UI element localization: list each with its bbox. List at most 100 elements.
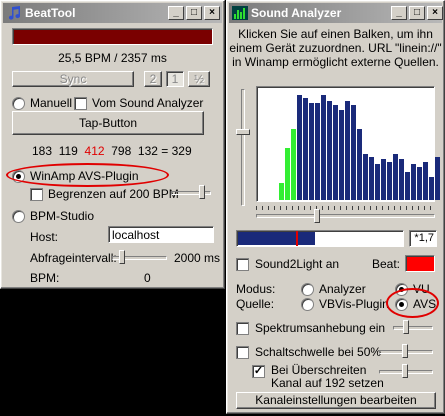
manuell-radio[interactable]	[12, 97, 25, 110]
schalt-checkbox[interactable]	[236, 346, 249, 359]
begrenzen-checkbox[interactable]	[30, 188, 43, 201]
spectrum-bar[interactable]	[399, 159, 404, 200]
spectrum-bar[interactable]	[279, 183, 284, 200]
tap-numbers: 183 119 412 798 132 = 329	[32, 144, 192, 158]
beat-indicator-bar	[12, 28, 213, 45]
spectrum-bar[interactable]	[345, 101, 350, 200]
abfrage-slider-thumb[interactable]	[119, 250, 125, 264]
host-input-value: localhost	[112, 228, 160, 242]
divider-1-button[interactable]: 1	[166, 71, 184, 87]
vom-sound-checkbox[interactable]	[74, 97, 87, 110]
host-input[interactable]: localhost	[108, 226, 214, 243]
music-note-icon	[6, 5, 22, 21]
spectrum-bar[interactable]	[303, 98, 308, 200]
ueberschreiten-slider-thumb[interactable]	[402, 364, 408, 378]
abfrage-value: 2000 ms	[174, 251, 221, 265]
tap-number-4: 798	[111, 144, 132, 158]
spectrum-bar[interactable]	[315, 103, 320, 200]
spectrum-bar[interactable]	[351, 105, 356, 200]
spectrum-bars	[259, 89, 440, 200]
divider-2-button[interactable]: 2	[144, 71, 162, 87]
bpm-studio-radio[interactable]	[12, 210, 25, 223]
vbvis-radio[interactable]	[301, 298, 314, 311]
spectrum-vertical-slider-thumb[interactable]	[236, 129, 250, 135]
beattool-titlebar[interactable]: BeatTool _ □ ×	[3, 3, 222, 23]
level-meter-fill	[238, 232, 315, 245]
close-button[interactable]: ×	[204, 6, 220, 20]
analyzer-title: Sound Analyzer	[251, 6, 342, 20]
bpm-output-label: BPM:	[30, 271, 60, 285]
beattool-title: BeatTool	[25, 6, 76, 20]
spectrum-bar[interactable]	[297, 95, 302, 200]
spektrum-slider-thumb[interactable]	[403, 320, 409, 334]
analyzer-titlebar[interactable]: Sound Analyzer _ □ ×	[229, 3, 443, 23]
sound2light-checkbox[interactable]	[236, 258, 249, 271]
kanal-einstellungen-button[interactable]: Kanaleinstellungen bearbeiten	[236, 392, 436, 409]
host-label: Host:	[30, 230, 59, 244]
spectrum-bar[interactable]	[327, 101, 332, 200]
info-line-1: Klicken Sie auf einen Balken, um ihn	[238, 27, 433, 41]
analyzer-close-button[interactable]: ×	[427, 6, 443, 20]
spectrum-bar[interactable]	[369, 157, 374, 200]
avs-highlight-ring	[386, 288, 439, 318]
analyzer-minimize-button[interactable]: _	[391, 6, 407, 20]
spektrum-checkbox[interactable]	[236, 322, 249, 335]
spectrum-bar[interactable]	[393, 154, 398, 200]
sync-button[interactable]: Sync	[12, 71, 134, 87]
spektrum-slider-track[interactable]	[393, 326, 433, 330]
vbvis-label: VBVis-Plugin	[319, 297, 389, 311]
begrenzen-slider-track[interactable]	[171, 191, 211, 195]
spectrum-bar[interactable]	[429, 177, 434, 200]
divider-half-button[interactable]: ½	[188, 71, 210, 87]
spectrum-bar[interactable]	[411, 164, 416, 200]
spectrum-bar[interactable]	[405, 172, 410, 200]
spectrum-horizontal-slider-track[interactable]	[256, 214, 435, 218]
vom-sound-label: Vom Sound Analyzer	[92, 96, 204, 110]
info-line-3: in Winamp ermöglicht externe Quellen.	[232, 55, 439, 69]
bpm-studio-label: BPM-Studio	[30, 209, 95, 223]
spectrum-display[interactable]	[256, 86, 440, 202]
bpm-output-value: 0	[144, 271, 151, 285]
ueberschreiten-label-line1: Bei Überschreiten	[271, 363, 367, 377]
level-meter	[236, 230, 404, 247]
begrenzen-slider-thumb[interactable]	[199, 185, 205, 199]
sound2light-label: Sound2Light an	[255, 257, 340, 271]
begrenzen-label: Begrenzen auf 200 BPM	[48, 187, 179, 201]
quelle-label: Quelle:	[236, 297, 275, 311]
spektrum-label: Spektrumsanhebung ein	[255, 321, 386, 335]
spectrum-bar[interactable]	[291, 129, 296, 200]
spectrum-bar[interactable]	[363, 154, 368, 200]
level-meter-marker	[296, 231, 298, 246]
abfrage-label: Abfrageintervall:	[30, 251, 117, 265]
minimize-button[interactable]: _	[168, 6, 184, 20]
ueberschreiten-label-line2: Kanal auf 192 setzen	[271, 376, 384, 390]
spectrum-bar[interactable]	[387, 162, 392, 200]
level-value: *1,7	[414, 232, 434, 244]
spectrum-bar[interactable]	[333, 105, 338, 200]
maximize-button[interactable]: □	[186, 6, 202, 20]
spectrum-bar[interactable]	[435, 157, 440, 200]
beattool-window: BeatTool _ □ × 25,5 BPM / 2357 ms Sync 2…	[0, 0, 225, 289]
spectrum-bar[interactable]	[285, 148, 290, 200]
spectrum-vertical-slider-track[interactable]	[241, 89, 245, 206]
spectrum-bar[interactable]	[321, 95, 326, 200]
spectrum-bar[interactable]	[375, 164, 380, 200]
bpm-readout: 25,5 BPM / 2357 ms	[58, 51, 167, 65]
tap-number-5: 132 = 329	[137, 144, 192, 158]
spectrum-bar[interactable]	[417, 167, 422, 200]
schalt-slider-thumb[interactable]	[402, 344, 408, 358]
spectrum-bar[interactable]	[423, 162, 428, 200]
spectrum-bar[interactable]	[339, 110, 344, 200]
spectrum-bar[interactable]	[309, 103, 314, 200]
beat-label: Beat:	[372, 257, 401, 271]
spectrum-bar[interactable]	[381, 159, 386, 200]
tap-number-3: 412	[84, 144, 105, 158]
manuell-label: Manuell	[30, 96, 73, 110]
ueberschreiten-checkbox[interactable]: ✓	[252, 365, 265, 378]
tap-button[interactable]: Tap-Button	[12, 111, 204, 135]
analyzer-radio[interactable]	[301, 283, 314, 296]
level-value-box: *1,7	[409, 230, 437, 247]
analyzer-maximize-button[interactable]: □	[409, 6, 425, 20]
spectrum-bar[interactable]	[357, 129, 362, 200]
spectrum-horizontal-slider-thumb[interactable]	[314, 209, 320, 223]
